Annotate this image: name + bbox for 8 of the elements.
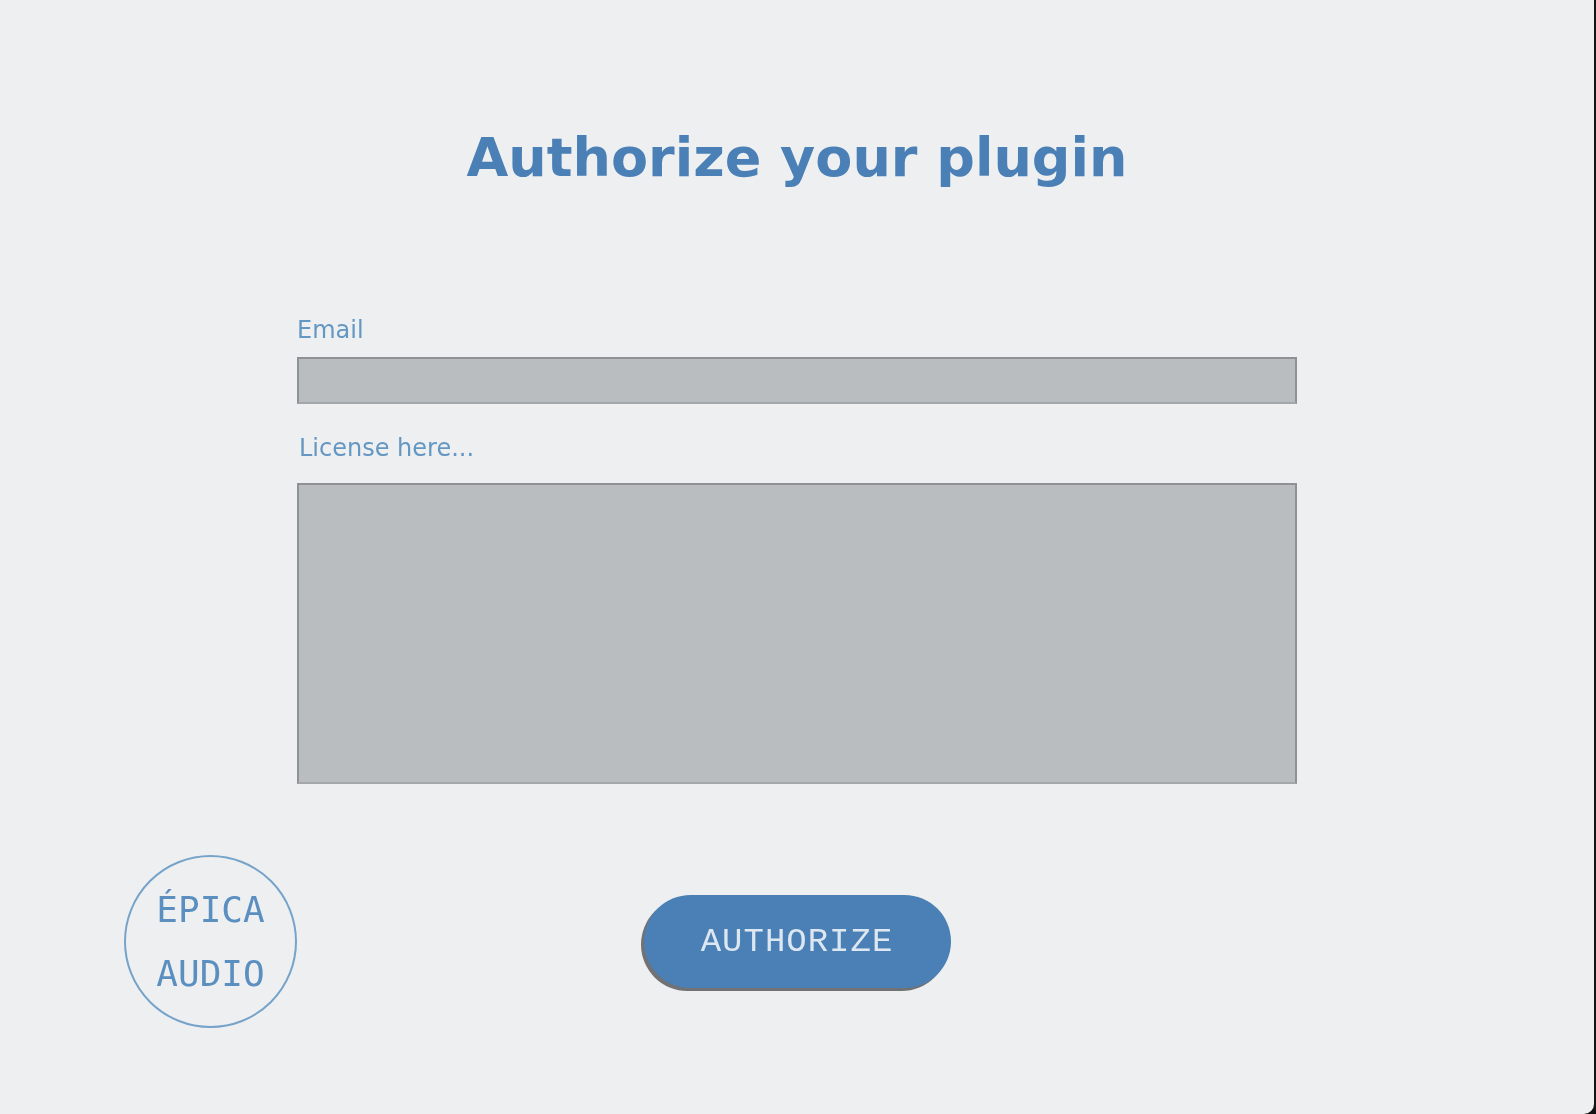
- field-label: License here...: [299, 433, 475, 463]
- authorize-button[interactable]: AUTHORIZE: [643, 895, 951, 988]
- logo-text: ÉPICA: [156, 887, 265, 932]
- email-field[interactable]: [297, 357, 1297, 404]
- license-field[interactable]: [297, 483, 1297, 784]
- field-label: Email: [297, 315, 364, 345]
- page-title: Authorize your plugin: [466, 126, 1128, 190]
- logo-text: AUDIO: [156, 951, 265, 996]
